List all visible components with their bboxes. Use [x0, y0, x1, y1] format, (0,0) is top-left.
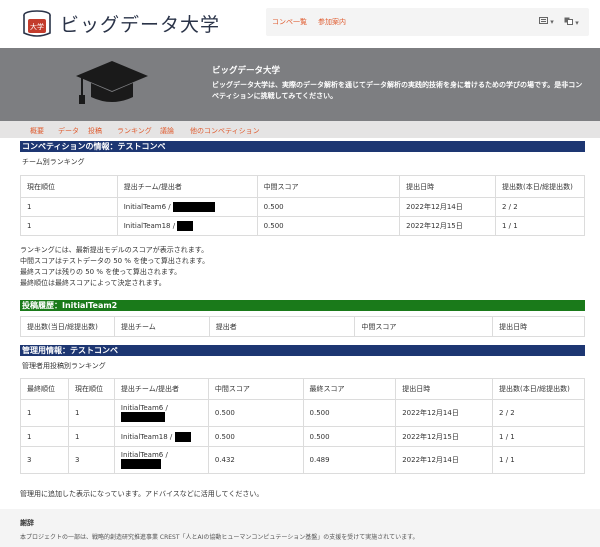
col-header: 提出チーム/提出者 — [113, 378, 209, 400]
rank-cell: 1 — [20, 197, 118, 217]
team-name: InitialTeam18 / — [123, 222, 176, 230]
mid-score-cell: 0.500 — [207, 426, 304, 447]
count-cell: 1 / 1 — [495, 216, 585, 236]
col-header: 最終スコア — [302, 378, 397, 400]
admin-info-bar: 管理用情報：テストコンペ — [20, 345, 585, 356]
competition-info-bar: コンペティションの情報：テストコンペ — [20, 141, 585, 152]
team-cell: InitialTeam18 / — [113, 426, 209, 447]
final-rank-cell: 1 — [20, 399, 69, 427]
footer: 謝辞 本プロジェクトの一部は、戦略的創造研究推進事業 CREST「人とAIの協動… — [0, 509, 600, 547]
ranking-notes: ランキングには、最新提出モデルのスコアが表示されます。 中間スコアはテストデータ… — [20, 245, 209, 289]
mid-score-cell: 0.500 — [207, 399, 304, 427]
tab-other-competitions[interactable]: 他のコンペティション — [190, 126, 260, 136]
count-cell: 1 / 1 — [492, 426, 585, 447]
competition-tabs: 概要 データ 投稿 ランキング 議論 他のコンペティション — [0, 121, 600, 138]
col-header: 提出日時 — [395, 378, 494, 400]
nav-competitions[interactable]: コンペ一覧 — [272, 17, 307, 27]
redacted-block — [120, 412, 165, 422]
note-line: 最終スコアは残りの 50 % を使って算出されます。 — [20, 268, 182, 276]
table-row: 1 1 InitialTeam6 / 0.500 0.500 2022年12月1… — [20, 399, 585, 427]
admin-ranking-subtitle: 管理者用投稿別ランキング — [22, 362, 106, 370]
team-cell: InitialTeam6 / — [113, 446, 209, 474]
redacted-block — [174, 431, 191, 442]
team-cell: InitialTeam18 / — [116, 216, 258, 236]
col-header: 提出チーム — [113, 316, 210, 337]
graduation-cap-icon — [76, 61, 148, 104]
table-row: 1 InitialTeam18 / 0.500 2022年12月15日 1 / … — [20, 216, 585, 236]
translate-icon[interactable]: ▾ — [564, 17, 579, 27]
tab-discussion[interactable]: 議論 — [160, 126, 174, 136]
message-icon[interactable]: ▾ — [539, 17, 554, 26]
team-name: InitialTeam6 / — [120, 404, 168, 412]
col-header: 提出日時 — [399, 175, 496, 198]
col-header: 提出数(本日/総提出数) — [495, 175, 585, 198]
university-logo[interactable]: 大学 — [21, 9, 53, 39]
col-header: 現在順位 — [20, 175, 118, 198]
admin-note: 管理用に追加した表示になっています。アドバイスなどに活用してください。 — [20, 490, 264, 498]
team-ranking-table: 現在順位 提出チーム/提出者 中間スコア 提出日時 提出数(本日/総提出数) 1… — [20, 175, 585, 236]
final-score-cell: 0.500 — [302, 399, 397, 427]
submission-history-bar: 投稿履歴：InitialTeam2 — [20, 300, 585, 311]
tab-submit[interactable]: 投稿 — [88, 126, 102, 136]
count-cell: 2 / 2 — [492, 399, 585, 427]
nav-join-guide[interactable]: 参加案内 — [318, 17, 346, 27]
date-cell: 2022年12月15日 — [395, 426, 494, 447]
redacted-block — [177, 221, 194, 231]
team-name: InitialTeam6 / — [120, 451, 168, 459]
col-header: 中間スコア — [354, 316, 494, 337]
col-header: 中間スコア — [256, 175, 401, 198]
date-cell: 2022年12月15日 — [399, 216, 496, 236]
score-cell: 0.500 — [256, 197, 401, 217]
hero-title: ビッグデータ大学 — [212, 66, 281, 76]
team-name: InitialTeam18 / — [120, 432, 173, 441]
logo-text: 大学 — [30, 22, 44, 31]
date-cell: 2022年12月14日 — [395, 446, 494, 474]
col-header: 現在順位 — [67, 378, 115, 400]
note-line: 中間スコアはテストデータの 50 % を使って算出されます。 — [20, 257, 210, 265]
table-row: 1 1 InitialTeam18 / 0.500 0.500 2022年12月… — [20, 426, 585, 447]
note-line: 最終順位は最終スコアによって決定されます。 — [20, 279, 166, 287]
top-nav: コンペ一覧 参加案内 ▾ ▾ — [266, 8, 589, 36]
date-cell: 2022年12月14日 — [395, 399, 494, 427]
site-header: 大学 ビッグデータ大学 コンペ一覧 参加案内 ▾ ▾ — [0, 0, 600, 48]
table-row: 1 InitialTeam6 / 0.500 2022年12月14日 2 / 2 — [20, 197, 585, 217]
count-cell: 2 / 2 — [495, 197, 585, 217]
score-cell: 0.500 — [256, 216, 401, 236]
submission-history-table: 提出数(当日/総提出数) 提出チーム 提出者 中間スコア 提出日時 — [20, 316, 585, 337]
date-cell: 2022年12月14日 — [399, 197, 496, 217]
redacted-block — [172, 202, 215, 212]
team-ranking-subtitle: チーム別ランキング — [22, 158, 85, 166]
admin-ranking-table: 最終順位 現在順位 提出チーム/提出者 中間スコア 最終スコア 提出日時 提出数… — [20, 378, 585, 474]
team-cell: InitialTeam6 / — [113, 399, 209, 427]
note-line: ランキングには、最新提出モデルのスコアが表示されます。 — [20, 246, 209, 254]
col-header: 提出日時 — [492, 316, 585, 337]
brand-name[interactable]: ビッグデータ大学 — [60, 10, 220, 37]
current-rank-cell: 3 — [67, 446, 115, 474]
team-cell: InitialTeam6 / — [116, 197, 258, 217]
col-header: 最終順位 — [20, 378, 69, 400]
mid-score-cell: 0.432 — [207, 446, 304, 474]
final-score-cell: 0.500 — [302, 426, 397, 447]
table-row: 3 3 InitialTeam6 / 0.432 0.489 2022年12月1… — [20, 446, 585, 474]
acknowledgement-title: 謝辞 — [20, 519, 34, 527]
tab-data[interactable]: データ — [58, 126, 79, 136]
final-rank-cell: 1 — [20, 426, 69, 447]
current-rank-cell: 1 — [67, 426, 115, 447]
col-header: 提出チーム/提出者 — [116, 175, 258, 198]
tab-ranking[interactable]: ランキング — [117, 126, 152, 136]
acknowledgement-text: 本プロジェクトの一部は、戦略的創造研究推進事業 CREST「人とAIの協動ヒュー… — [20, 534, 419, 541]
redacted-block — [120, 459, 161, 469]
col-header: 提出者 — [208, 316, 356, 337]
team-name: InitialTeam6 / — [123, 203, 171, 211]
current-rank-cell: 1 — [67, 399, 115, 427]
col-header: 提出数(本日/総提出数) — [492, 378, 585, 400]
tab-overview[interactable]: 概要 — [30, 126, 44, 136]
col-header: 中間スコア — [207, 378, 304, 400]
count-cell: 1 / 1 — [492, 446, 585, 474]
final-rank-cell: 3 — [20, 446, 69, 474]
rank-cell: 1 — [20, 216, 118, 236]
hero-description: ビッグデータ大学は、実際のデータ解析を通じてデータ解析の実践的技術を身に着けるた… — [212, 81, 583, 100]
col-header: 提出数(当日/総提出数) — [20, 316, 115, 337]
final-score-cell: 0.489 — [302, 446, 397, 474]
